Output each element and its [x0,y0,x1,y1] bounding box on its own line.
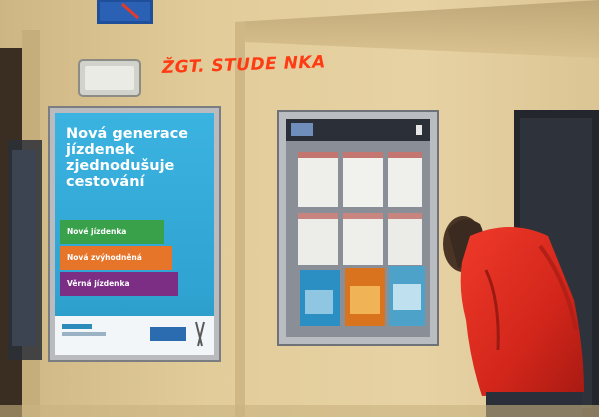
poster-band-orange: Nová zvýhodněná jízdenka [60,246,172,286]
board-header-logo [291,123,313,136]
rail-logo-icon [150,327,186,341]
notice-sheet [388,152,422,207]
notice-sheet [343,213,383,265]
poster-headline-line: zjednodušuje [66,158,175,174]
notice-sheet [343,152,383,207]
notice-sheet [298,152,338,207]
left-frame-inner [12,150,36,346]
poster-headline-line: cestování [66,174,145,190]
poster-headline: Nová generace jízdenek zjednodušuje cest… [66,126,202,190]
poster-band-green: Nové jízdenka [60,220,164,244]
station-photo: ŽGT. STUDE NKA Nová generace jízdenek zj… [0,0,599,417]
poster-headline-line: jízdenek [66,142,135,158]
notice-sheet [388,213,422,265]
poster-headline-line: Nová generace [66,126,189,142]
notice-sheet [298,213,338,265]
poster-band-purple: Věrná jízdenka [60,272,178,296]
